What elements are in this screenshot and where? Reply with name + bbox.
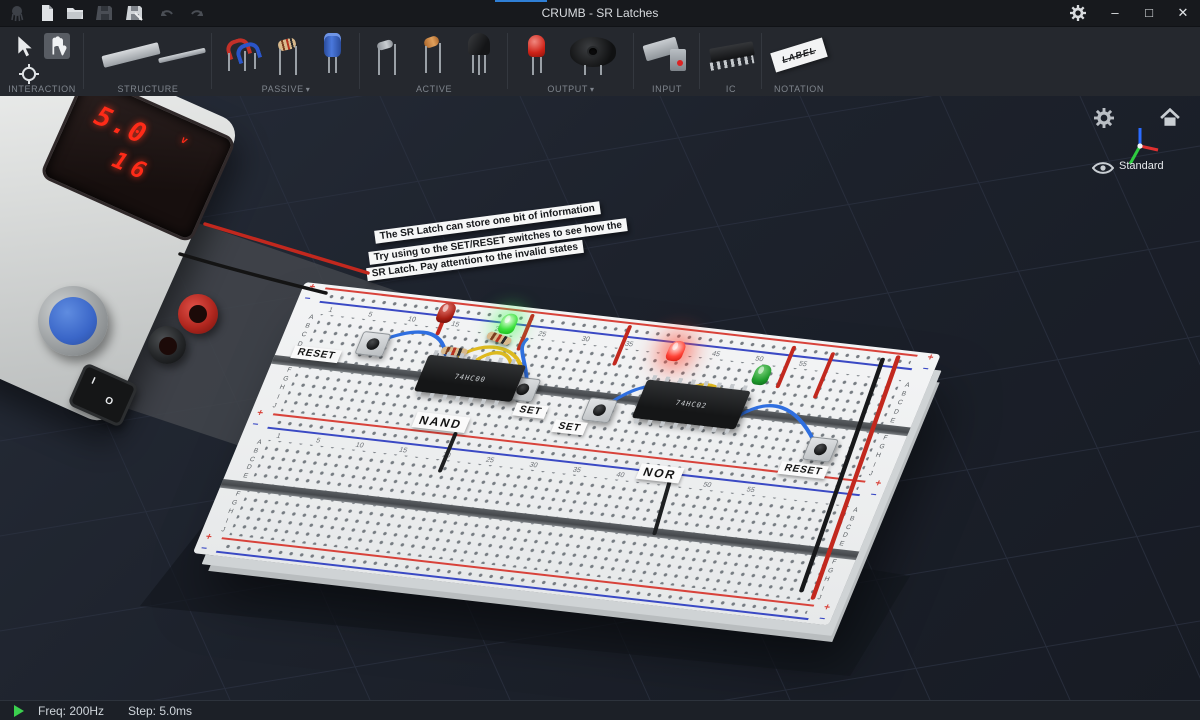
group-label-active: ACTIVE (360, 84, 508, 94)
input-switch-component[interactable] (644, 37, 690, 75)
toolbar-group-interaction: INTERACTION (0, 27, 84, 97)
psu-negative-terminal[interactable] (148, 326, 186, 364)
label-tag-component[interactable]: LABEL (770, 38, 827, 73)
psu-switch-off-mark: O (103, 395, 115, 408)
group-label-interaction: INTERACTION (0, 84, 84, 94)
breadboard: + − + − 1 5 10 15 20 25 30 35 40 45 50 5… (193, 282, 941, 625)
buzzer-component[interactable] (570, 37, 620, 75)
nor-ic-74hc02[interactable]: 74HC02 (632, 379, 751, 429)
psu-voltage-unit: v (179, 134, 189, 147)
window-accent-bar (495, 0, 547, 2)
rod-component[interactable] (158, 48, 206, 64)
close-button[interactable]: ✕ (1166, 0, 1200, 26)
titlebar: CRUMB - SR Latches – □ ✕ (0, 0, 1200, 26)
hand-tool[interactable] (44, 33, 70, 59)
play-simulation-icon[interactable] (14, 705, 24, 717)
psu-switch-on-mark: I (90, 376, 97, 387)
toolbar-group-passive: PASSIVE▾ (212, 27, 360, 97)
maximize-button[interactable]: □ (1132, 0, 1166, 26)
red-lead-wire[interactable] (205, 224, 368, 273)
group-label-output: OUTPUT▾ (508, 84, 634, 94)
nand-ic-74hc00[interactable]: 74HC00 (414, 354, 526, 402)
sim-step: Step: 5.0ms (128, 704, 192, 718)
dropdown-caret-icon: ▾ (590, 85, 595, 94)
psu-voltage-knob[interactable] (38, 286, 108, 356)
psu-knob-cap[interactable] (49, 297, 97, 345)
select-cursor-tool[interactable] (12, 33, 38, 59)
group-label-ic: IC (700, 84, 762, 94)
toolbar-group-input: INPUT (634, 27, 700, 97)
minimize-button[interactable]: – (1098, 0, 1132, 26)
capacitor-component[interactable] (320, 33, 346, 75)
toolbar-group-active: ACTIVE (360, 27, 508, 97)
home-view-icon[interactable] (1160, 108, 1180, 128)
ic-chip-component[interactable] (708, 41, 756, 71)
led-component[interactable] (524, 35, 550, 75)
eye-icon[interactable] (1092, 160, 1114, 176)
viewport-3d[interactable]: 5.0 v 16 I O + − + − (0, 96, 1200, 700)
psu-positive-terminal[interactable] (178, 294, 218, 334)
toolbar-group-notation: LABEL NOTATION (762, 27, 836, 97)
psu-current-readout: 16 (108, 147, 155, 187)
statusbar: Freq: 200Hz Step: 5.0ms (0, 700, 1200, 720)
group-label-passive: PASSIVE▾ (212, 84, 360, 94)
transistor-component[interactable] (464, 33, 496, 75)
dropdown-caret-icon: ▾ (306, 85, 311, 94)
resistor-component[interactable] (274, 37, 304, 75)
window-title: CRUMB - SR Latches (0, 0, 1200, 26)
photoresistor-component[interactable] (420, 35, 448, 75)
toolbar-group-structure: STRUCTURE (84, 27, 212, 97)
toolbar-group-ic: IC (700, 27, 762, 97)
sim-frequency: Freq: 200Hz (38, 704, 104, 718)
group-label-input: INPUT (634, 84, 700, 94)
toolbar-group-output: OUTPUT▾ (508, 27, 634, 97)
group-label-structure: STRUCTURE (84, 84, 212, 94)
diode-component[interactable] (374, 37, 402, 75)
jumper-wire-component[interactable] (224, 37, 258, 71)
psu-voltage-readout: 5.0 (90, 101, 153, 152)
viewport-settings-gear-icon[interactable] (1094, 108, 1114, 128)
app-window: CRUMB - SR Latches – □ ✕ INTERACTION (0, 0, 1200, 720)
settings-gear-icon[interactable] (1070, 5, 1086, 21)
component-toolbar: INTERACTION STRUCTURE PASSIVE▾ (0, 26, 1200, 97)
breadboard-strip-component[interactable] (101, 42, 160, 68)
camera-preset-label[interactable]: Standard (1119, 160, 1164, 172)
group-label-notation: NOTATION (762, 84, 836, 94)
